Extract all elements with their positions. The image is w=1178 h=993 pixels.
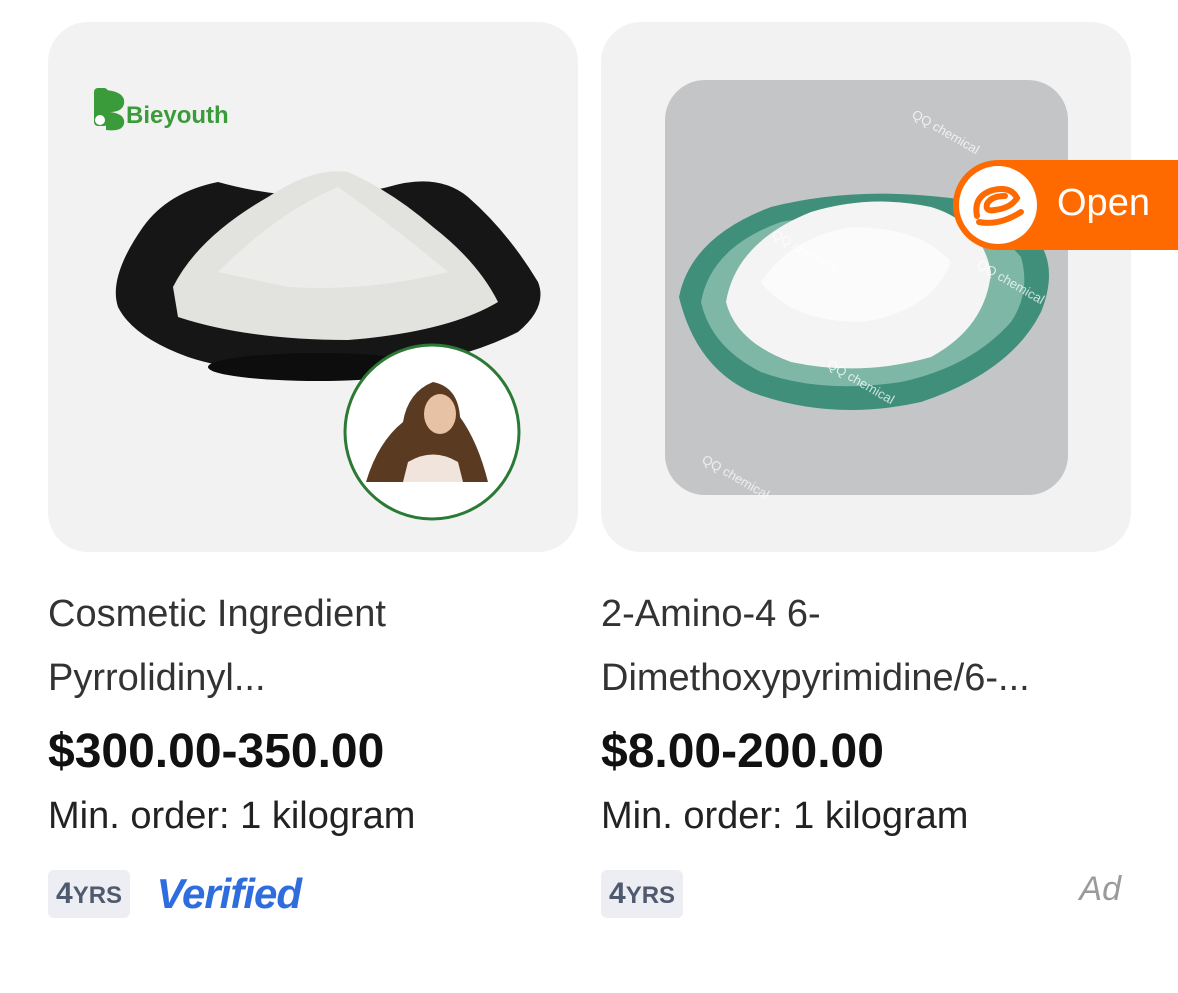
product-image-1[interactable]: Bieyouth: [48, 22, 578, 552]
product-price: $8.00-200.00: [601, 725, 884, 778]
years-value: 4: [56, 877, 73, 910]
open-button-label: Open: [1057, 182, 1150, 224]
powder-bowl-image: Bieyouth: [94, 88, 541, 521]
min-order: Min. order: 1 kilogram: [601, 795, 969, 837]
brand-logo-text: Bieyouth: [126, 102, 229, 129]
verified-badge[interactable]: Verified: [157, 870, 302, 918]
product-card-1[interactable]: Bieyouth Cosmetic Ingredient Pyrrolidiny…: [48, 22, 578, 920]
powder-dish-image: QQ chemical QQ chemical QQ chemical QQ c…: [665, 80, 1068, 502]
product-title-1[interactable]: Cosmetic Ingredient Pyrrolidinyl...: [48, 582, 578, 710]
years-unit: YRS: [72, 882, 123, 909]
years-badge: 4YRS: [48, 870, 131, 918]
product-title-line: Pyrrolidinyl...: [48, 657, 266, 699]
product-title-line: 2-Amino-4 6-: [601, 593, 821, 635]
product-card-2[interactable]: QQ chemical QQ chemical QQ chemical QQ c…: [601, 22, 1131, 920]
product-image-2[interactable]: QQ chemical QQ chemical QQ chemical QQ c…: [601, 22, 1131, 552]
min-order: Min. order: 1 kilogram: [48, 795, 416, 837]
years-value: 4: [609, 877, 626, 910]
ad-label: Ad: [1079, 870, 1121, 908]
supplier-badges: 4YRS Verified: [48, 870, 578, 920]
years-unit: YRS: [625, 882, 676, 909]
bieyouth-logo-icon: [94, 88, 125, 131]
product-title-line: Dimethoxypyrimidine/6-...: [601, 657, 1030, 699]
supplier-badges: 4YRS Ad: [601, 870, 1131, 920]
open-app-button[interactable]: Open: [953, 160, 1178, 250]
years-badge: 4YRS: [601, 870, 684, 918]
alibaba-logo-icon: [959, 166, 1037, 244]
product-title-2[interactable]: 2-Amino-4 6- Dimethoxypyrimidine/6-...: [601, 582, 1131, 710]
product-title-line: Cosmetic Ingredient: [48, 593, 386, 635]
product-price: $300.00-350.00: [48, 725, 385, 778]
